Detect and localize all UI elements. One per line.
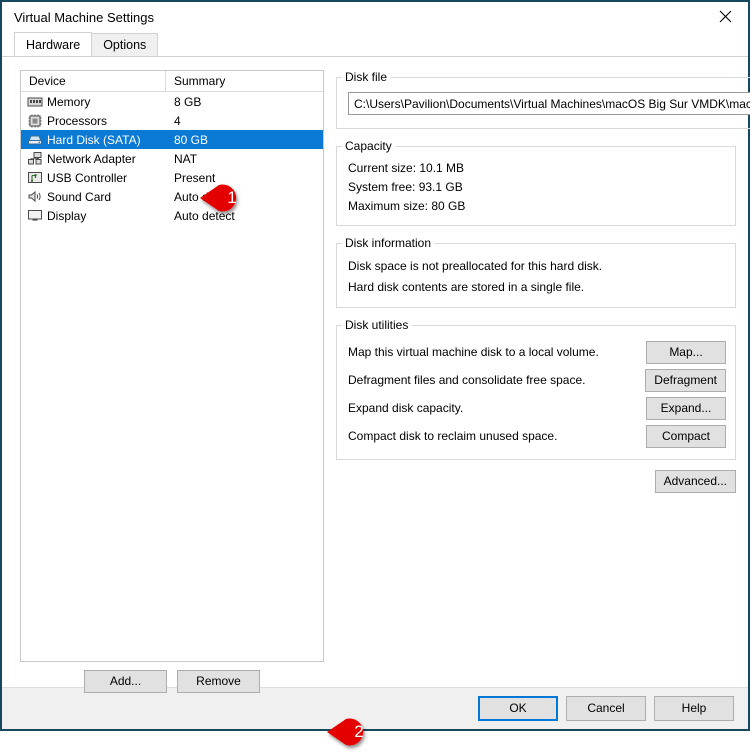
hard-disk-icon bbox=[27, 132, 43, 147]
compact-label: Compact disk to reclaim unused space. bbox=[348, 429, 557, 443]
compact-row: Compact disk to reclaim unused space. Co… bbox=[346, 422, 726, 450]
device-row-memory-summary: 8 GB bbox=[166, 95, 323, 109]
device-row-usb-controller[interactable]: USB Controller Present bbox=[21, 168, 323, 187]
device-actions: Add... Remove bbox=[20, 670, 324, 693]
expand-row: Expand disk capacity. Expand... bbox=[346, 394, 726, 422]
device-row-sound-card-label: Sound Card bbox=[47, 190, 111, 204]
defragment-row: Defragment files and consolidate free sp… bbox=[346, 366, 726, 394]
tab-strip: Hardware Options bbox=[2, 32, 748, 56]
defragment-button[interactable]: Defragment bbox=[645, 369, 726, 392]
device-row-processors-label: Processors bbox=[47, 114, 107, 128]
disk-file-group: Disk file C:\Users\Pavilion\Documents\Vi… bbox=[336, 70, 750, 129]
window-title: Virtual Machine Settings bbox=[14, 10, 154, 25]
device-row-processors[interactable]: Processors 4 bbox=[21, 111, 323, 130]
device-row-display-summary: Auto detect bbox=[166, 209, 323, 223]
capacity-group: Capacity Current size: 10.1 MB System fr… bbox=[336, 139, 736, 226]
device-row-memory-label: Memory bbox=[47, 95, 90, 109]
map-row: Map this virtual machine disk to a local… bbox=[346, 338, 726, 366]
close-icon[interactable] bbox=[702, 2, 748, 31]
tab-options[interactable]: Options bbox=[91, 33, 158, 56]
content-area: Device Summary Memory bbox=[2, 56, 748, 687]
device-row-hard-disk-summary: 80 GB bbox=[166, 133, 323, 147]
disk-file-path-input[interactable]: C:\Users\Pavilion\Documents\Virtual Mach… bbox=[348, 92, 750, 115]
device-row-sound-card[interactable]: Sound Card Auto detect bbox=[21, 187, 323, 206]
dialog-footer: OK Cancel Help bbox=[2, 687, 748, 729]
ok-button[interactable]: OK bbox=[478, 696, 558, 721]
device-row-memory[interactable]: Memory 8 GB bbox=[21, 92, 323, 111]
disk-information-legend: Disk information bbox=[342, 236, 435, 250]
cancel-button[interactable]: Cancel bbox=[566, 696, 646, 721]
compact-button[interactable]: Compact bbox=[646, 425, 726, 448]
processor-icon bbox=[27, 113, 43, 128]
remove-button[interactable]: Remove bbox=[177, 670, 260, 693]
expand-button[interactable]: Expand... bbox=[646, 397, 726, 420]
tab-hardware-label: Hardware bbox=[26, 38, 80, 52]
disk-utilities-legend: Disk utilities bbox=[342, 318, 412, 332]
memory-icon bbox=[27, 94, 43, 109]
advanced-wrap: Advanced... bbox=[336, 470, 736, 493]
device-row-network-adapter[interactable]: Network Adapter NAT bbox=[21, 149, 323, 168]
vm-settings-window: Virtual Machine Settings Hardware Option… bbox=[0, 0, 750, 731]
tab-hardware[interactable]: Hardware bbox=[14, 32, 92, 56]
device-list[interactable]: Device Summary Memory bbox=[20, 70, 324, 662]
usb-icon bbox=[27, 170, 43, 185]
display-icon bbox=[27, 208, 43, 223]
disk-information-group: Disk information Disk space is not preal… bbox=[336, 236, 736, 308]
map-button[interactable]: Map... bbox=[646, 341, 726, 364]
device-row-processors-summary: 4 bbox=[166, 114, 323, 128]
device-row-usb-controller-summary: Present bbox=[166, 171, 323, 185]
device-row-usb-controller-label: USB Controller bbox=[47, 171, 127, 185]
device-row-sound-card-summary: Auto detect bbox=[166, 190, 323, 204]
add-button[interactable]: Add... bbox=[84, 670, 167, 693]
capacity-legend: Capacity bbox=[342, 139, 396, 153]
device-row-hard-disk[interactable]: Hard Disk (SATA) 80 GB bbox=[21, 130, 323, 149]
defragment-label: Defragment files and consolidate free sp… bbox=[348, 373, 585, 387]
device-row-network-adapter-summary: NAT bbox=[166, 152, 323, 166]
device-row-display-label: Display bbox=[47, 209, 86, 223]
advanced-button[interactable]: Advanced... bbox=[655, 470, 736, 493]
device-row-hard-disk-label: Hard Disk (SATA) bbox=[47, 133, 141, 147]
expand-label: Expand disk capacity. bbox=[348, 401, 463, 415]
disk-file-legend: Disk file bbox=[342, 70, 391, 84]
disk-information-line-1: Disk space is not preallocated for this … bbox=[346, 256, 726, 277]
maximum-size-text: Maximum size: 80 GB bbox=[346, 197, 726, 216]
device-row-network-adapter-label: Network Adapter bbox=[47, 152, 136, 166]
network-icon bbox=[27, 151, 43, 166]
title-bar: Virtual Machine Settings bbox=[2, 2, 748, 32]
help-button[interactable]: Help bbox=[654, 696, 734, 721]
column-header-device: Device bbox=[21, 71, 166, 91]
device-row-display[interactable]: Display Auto detect bbox=[21, 206, 323, 225]
system-free-text: System free: 93.1 GB bbox=[346, 178, 726, 197]
hard-disk-settings-panel: Disk file C:\Users\Pavilion\Documents\Vi… bbox=[336, 70, 736, 493]
disk-utilities-group: Disk utilities Map this virtual machine … bbox=[336, 318, 736, 460]
map-label: Map this virtual machine disk to a local… bbox=[348, 345, 599, 359]
disk-information-line-2: Hard disk contents are stored in a singl… bbox=[346, 277, 726, 298]
column-header-summary: Summary bbox=[166, 71, 323, 91]
tab-options-label: Options bbox=[103, 38, 146, 52]
current-size-text: Current size: 10.1 MB bbox=[346, 159, 726, 178]
sound-card-icon bbox=[27, 189, 43, 204]
device-list-header: Device Summary bbox=[21, 71, 323, 92]
